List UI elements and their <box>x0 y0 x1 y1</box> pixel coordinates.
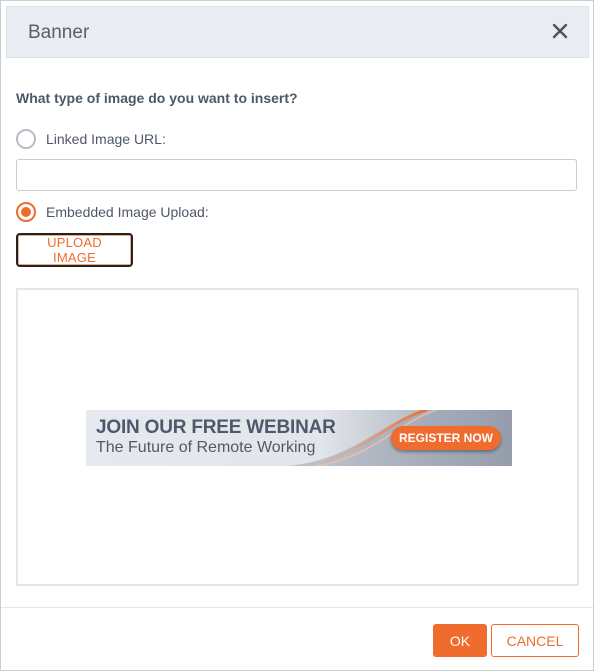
footer-divider <box>1 607 593 608</box>
image-type-question: What type of image do you want to insert… <box>16 90 298 106</box>
embedded-image-upload-label: Embedded Image Upload: <box>46 204 209 220</box>
banner-subtitle: The Future of Remote Working <box>96 439 316 456</box>
linked-image-url-label: Linked Image URL: <box>46 131 166 147</box>
linked-image-url-radio[interactable] <box>16 129 36 149</box>
close-icon <box>552 23 568 39</box>
dialog-title: Banner <box>28 22 90 43</box>
webinar-banner-image: JOIN OUR FREE WEBINAR The Future of Remo… <box>86 410 512 466</box>
upload-image-button[interactable]: UPLOAD IMAGE <box>16 233 133 267</box>
embedded-image-upload-radio[interactable] <box>16 202 36 222</box>
banner-title: JOIN OUR FREE WEBINAR <box>96 417 336 438</box>
image-url-input[interactable] <box>16 159 577 191</box>
ok-button[interactable]: OK <box>433 624 487 657</box>
cancel-button[interactable]: CANCEL <box>491 624 579 657</box>
image-preview: JOIN OUR FREE WEBINAR The Future of Remo… <box>16 288 579 586</box>
dialog-header: Banner <box>6 6 589 58</box>
close-button[interactable] <box>550 21 570 41</box>
banner-dialog: Banner What type of image do you want to… <box>0 0 594 671</box>
register-now-badge: REGISTER NOW <box>391 426 501 450</box>
